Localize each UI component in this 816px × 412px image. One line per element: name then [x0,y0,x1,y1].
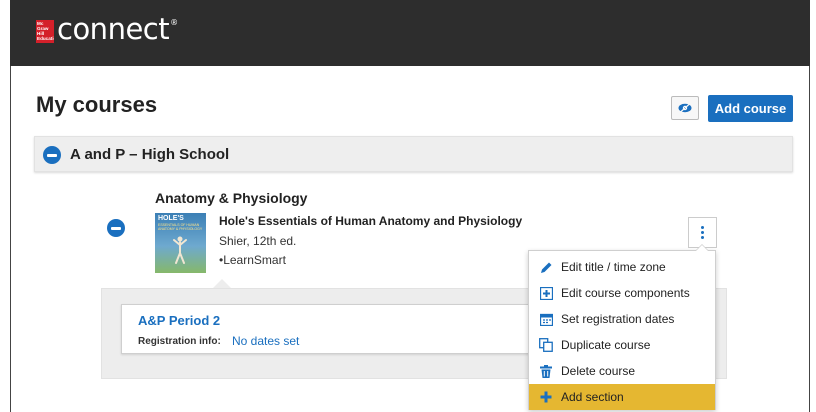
book-cover-image: HOLE'S ESSENTIALS OF HUMAN ANATOMY & PHY… [155,213,206,273]
section-name-link[interactable]: A&P Period 2 [138,313,220,328]
eye-icon [678,103,692,113]
registration-info-link[interactable]: No dates set [232,334,299,348]
connect-logo[interactable]: connect® [57,12,178,46]
athlete-figure-icon [173,236,187,264]
book-cover-brand: HOLE'S [158,215,184,222]
book-product: •LearnSmart [219,253,286,267]
trademark-mark: ® [170,18,178,27]
mcgraw-hill-logo: McGrawHillEducation [36,20,54,43]
menu-item-delete[interactable]: Delete course [529,358,715,384]
book-author-edition: Shier, 12th ed. [219,234,297,248]
calendar-icon [539,312,553,326]
menu-item-label: Add section [561,390,624,404]
pencil-icon [539,260,553,274]
collapse-course-icon[interactable] [107,219,125,237]
product-name: connect [57,12,170,46]
menu-item-add-section[interactable]: Add section [529,384,715,410]
menu-item-edit-title[interactable]: Edit title / time zone [529,254,715,280]
course-group-header[interactable]: A and P – High School [34,136,793,172]
top-bar: McGrawHillEducation connect® [10,0,810,66]
kebab-menu-icon [701,225,704,240]
menu-item-label: Edit course components [561,286,690,300]
menu-item-label: Duplicate course [561,338,651,352]
menu-item-duplicate[interactable]: Duplicate course [529,332,715,358]
collapse-group-icon[interactable] [43,146,61,164]
plus-icon [539,390,553,404]
plus-square-icon [539,286,553,300]
menu-arrow [695,244,709,251]
menu-item-label: Set registration dates [561,312,675,326]
book-cover-subtitle: ESSENTIALS OF HUMAN ANATOMY & PHYSIOLOGY [158,223,203,231]
trash-icon [539,364,553,378]
menu-item-edit-components[interactable]: Edit course components [529,280,715,306]
menu-item-set-registration[interactable]: Set registration dates [529,306,715,332]
course-title: Anatomy & Physiology [155,190,308,206]
add-course-button[interactable]: Add course [708,95,793,122]
page-title: My courses [36,92,158,117]
course-group-title: A and P – High School [70,146,230,163]
menu-item-label: Edit title / time zone [561,260,666,274]
book-title: Hole's Essentials of Human Anatomy and P… [219,214,523,228]
visibility-toggle-button[interactable] [671,96,699,120]
registration-info-label: Registration info: [138,336,221,347]
menu-item-label: Delete course [561,364,636,378]
course-options-menu: Edit title / time zone Edit course compo… [528,244,716,410]
section-card: A&P Period 2 Registration info: No dates… [121,304,539,354]
duplicate-icon [539,338,553,352]
